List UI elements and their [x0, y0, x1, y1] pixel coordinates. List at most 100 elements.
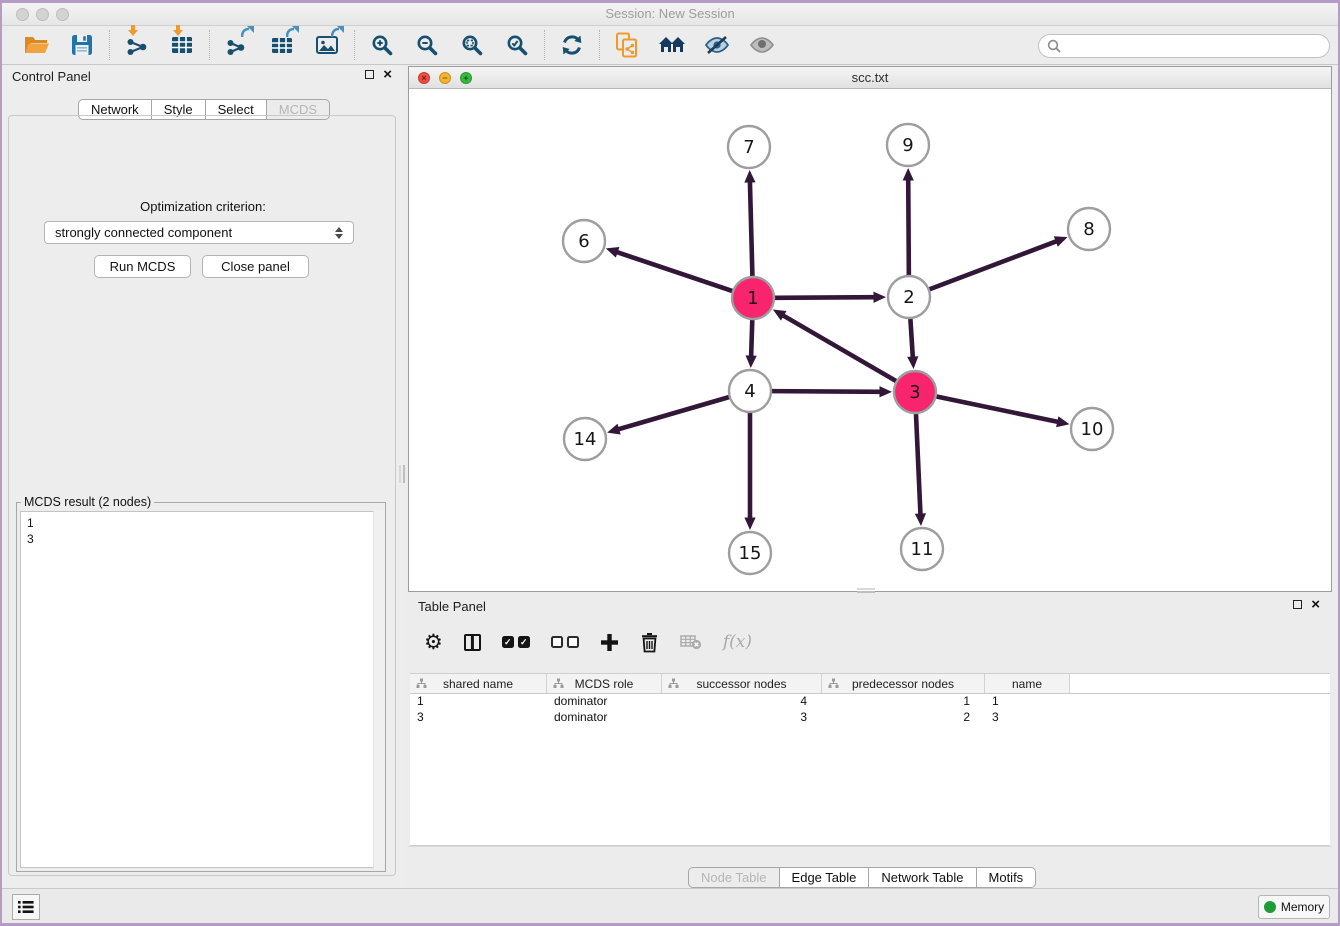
graph-node-3[interactable]: 3	[894, 371, 936, 413]
network-window-titlebar[interactable]: × − + scc.txt	[409, 67, 1331, 89]
edge-1-7[interactable]	[744, 170, 755, 276]
refresh-icon[interactable]	[558, 31, 586, 59]
edge-4-3[interactable]	[772, 386, 892, 397]
graph-node-4[interactable]: 4	[729, 370, 771, 412]
graph-node-10[interactable]: 10	[1071, 408, 1113, 450]
close-panel-icon[interactable]: ×	[383, 69, 392, 80]
table-cell[interactable]: 1	[822, 694, 985, 710]
table-row[interactable]: 3dominator323	[410, 710, 1330, 726]
task-history-button[interactable]	[12, 894, 40, 920]
zoom-fit-icon[interactable]	[458, 31, 486, 59]
table-row[interactable]: 1dominator411	[410, 694, 1330, 710]
optimization-criterion-label: Optimization criterion:	[2, 199, 404, 214]
table-settings-gear-icon[interactable]: ⚙	[424, 629, 443, 655]
delete-column-trash-icon[interactable]	[640, 629, 659, 655]
table-cell[interactable]: 3	[410, 710, 547, 726]
table-cell[interactable]: 2	[822, 710, 985, 726]
memory-label: Memory	[1281, 900, 1324, 914]
edge-1-6[interactable]	[606, 247, 732, 291]
hide-eye-slash-icon[interactable]	[703, 31, 731, 59]
graph-node-8[interactable]: 8	[1068, 208, 1110, 250]
graph-node-9[interactable]: 9	[887, 124, 929, 166]
edge-4-15[interactable]	[744, 413, 755, 530]
table-cell[interactable]: 3	[662, 710, 822, 726]
import-table-icon[interactable]	[168, 31, 196, 59]
criterion-select[interactable]: strongly connected component	[44, 221, 354, 244]
panel-divider-grip[interactable]	[399, 465, 405, 483]
edge-3-11[interactable]	[915, 414, 926, 526]
houses-icon[interactable]	[658, 31, 686, 59]
copy-network-icon[interactable]	[613, 31, 641, 59]
edge-3-10[interactable]	[937, 397, 1070, 428]
hierarchy-icon	[416, 678, 427, 692]
save-session-icon[interactable]	[68, 31, 96, 59]
svg-text:14: 14	[574, 429, 597, 450]
close-panel-button[interactable]: Close panel	[202, 255, 309, 278]
edge-2-3[interactable]	[907, 319, 918, 369]
zoom-in-icon[interactable]	[368, 31, 396, 59]
column-header-predecessor-nodes[interactable]: predecessor nodes	[822, 674, 985, 693]
open-session-icon[interactable]	[23, 31, 51, 59]
network-graph[interactable]: 1 2 3 4 6 7 8 9 10 11 14 15	[409, 89, 1331, 592]
deselect-all-columns-icon[interactable]	[551, 629, 579, 655]
table-tabs: Node TableEdge TableNetwork TableMotifs	[688, 867, 1036, 888]
column-header-successor-nodes[interactable]: successor nodes	[662, 674, 822, 693]
network-view-window: × − + scc.txt 1 2 3 4 6 7 8 9 10 11 14 15	[408, 66, 1332, 592]
tab-network-table[interactable]: Network Table	[868, 867, 976, 888]
mcds-result-list[interactable]: 13	[20, 511, 382, 868]
float-panel-icon[interactable]	[1293, 600, 1302, 609]
table-panel-title: Table Panel	[418, 599, 486, 614]
tab-node-table[interactable]: Node Table	[688, 867, 780, 888]
search-box[interactable]	[1038, 34, 1330, 58]
graph-node-11[interactable]: 11	[901, 528, 943, 570]
edge-2-8[interactable]	[930, 236, 1068, 289]
export-image-icon[interactable]	[313, 31, 341, 59]
svg-text:1: 1	[747, 288, 758, 309]
svg-text:9: 9	[902, 135, 913, 156]
table-cell[interactable]: dominator	[547, 710, 662, 726]
show-eye-icon[interactable]	[748, 31, 776, 59]
edge-3-1[interactable]	[773, 310, 896, 381]
export-arrow-icon	[331, 26, 345, 44]
scrollbar-track[interactable]	[373, 510, 384, 870]
status-bar: Memory	[2, 888, 1338, 923]
column-header-shared-name[interactable]: shared name	[410, 674, 547, 693]
edge-1-2[interactable]	[775, 292, 886, 303]
panel-divider-grip[interactable]	[857, 588, 875, 593]
svg-text:7: 7	[743, 137, 754, 158]
table-cell[interactable]: 3	[985, 710, 1070, 726]
table-body: 1dominator4113dominator323	[410, 694, 1330, 726]
zoom-out-icon[interactable]	[413, 31, 441, 59]
table-toolbar: ⚙ ✓✓ f(x)	[424, 621, 752, 663]
export-network-icon[interactable]	[223, 31, 251, 59]
table-cell[interactable]: 4	[662, 694, 822, 710]
edge-4-14[interactable]	[607, 397, 729, 434]
zoom-selected-icon[interactable]	[503, 31, 531, 59]
table-cell[interactable]: 1	[985, 694, 1070, 710]
export-table-icon[interactable]	[268, 31, 296, 59]
run-mcds-button[interactable]: Run MCDS	[94, 255, 191, 278]
add-column-icon[interactable]	[600, 629, 619, 655]
import-network-icon[interactable]	[123, 31, 151, 59]
graph-node-6[interactable]: 6	[563, 220, 605, 262]
column-header-name[interactable]: name	[985, 674, 1070, 693]
edge-1-4[interactable]	[746, 320, 757, 368]
tab-motifs[interactable]: Motifs	[976, 867, 1037, 888]
graph-node-1[interactable]: 1	[732, 277, 774, 319]
column-header-MCDS-role[interactable]: MCDS role	[547, 674, 662, 693]
graph-node-2[interactable]: 2	[888, 276, 930, 318]
memory-button[interactable]: Memory	[1258, 895, 1330, 919]
graph-node-14[interactable]: 14	[564, 418, 606, 460]
float-panel-icon[interactable]	[365, 70, 374, 79]
search-input[interactable]	[1066, 39, 1321, 54]
show-columns-icon[interactable]	[464, 629, 481, 655]
select-all-columns-icon[interactable]: ✓✓	[502, 629, 530, 655]
close-panel-icon[interactable]: ×	[1311, 599, 1320, 610]
graph-node-7[interactable]: 7	[728, 126, 770, 168]
graph-node-15[interactable]: 15	[729, 532, 771, 574]
download-arrow-icon	[127, 24, 139, 42]
table-cell[interactable]: 1	[410, 694, 547, 710]
tab-edge-table[interactable]: Edge Table	[779, 867, 870, 888]
table-cell[interactable]: dominator	[547, 694, 662, 710]
edge-2-9[interactable]	[903, 168, 914, 275]
